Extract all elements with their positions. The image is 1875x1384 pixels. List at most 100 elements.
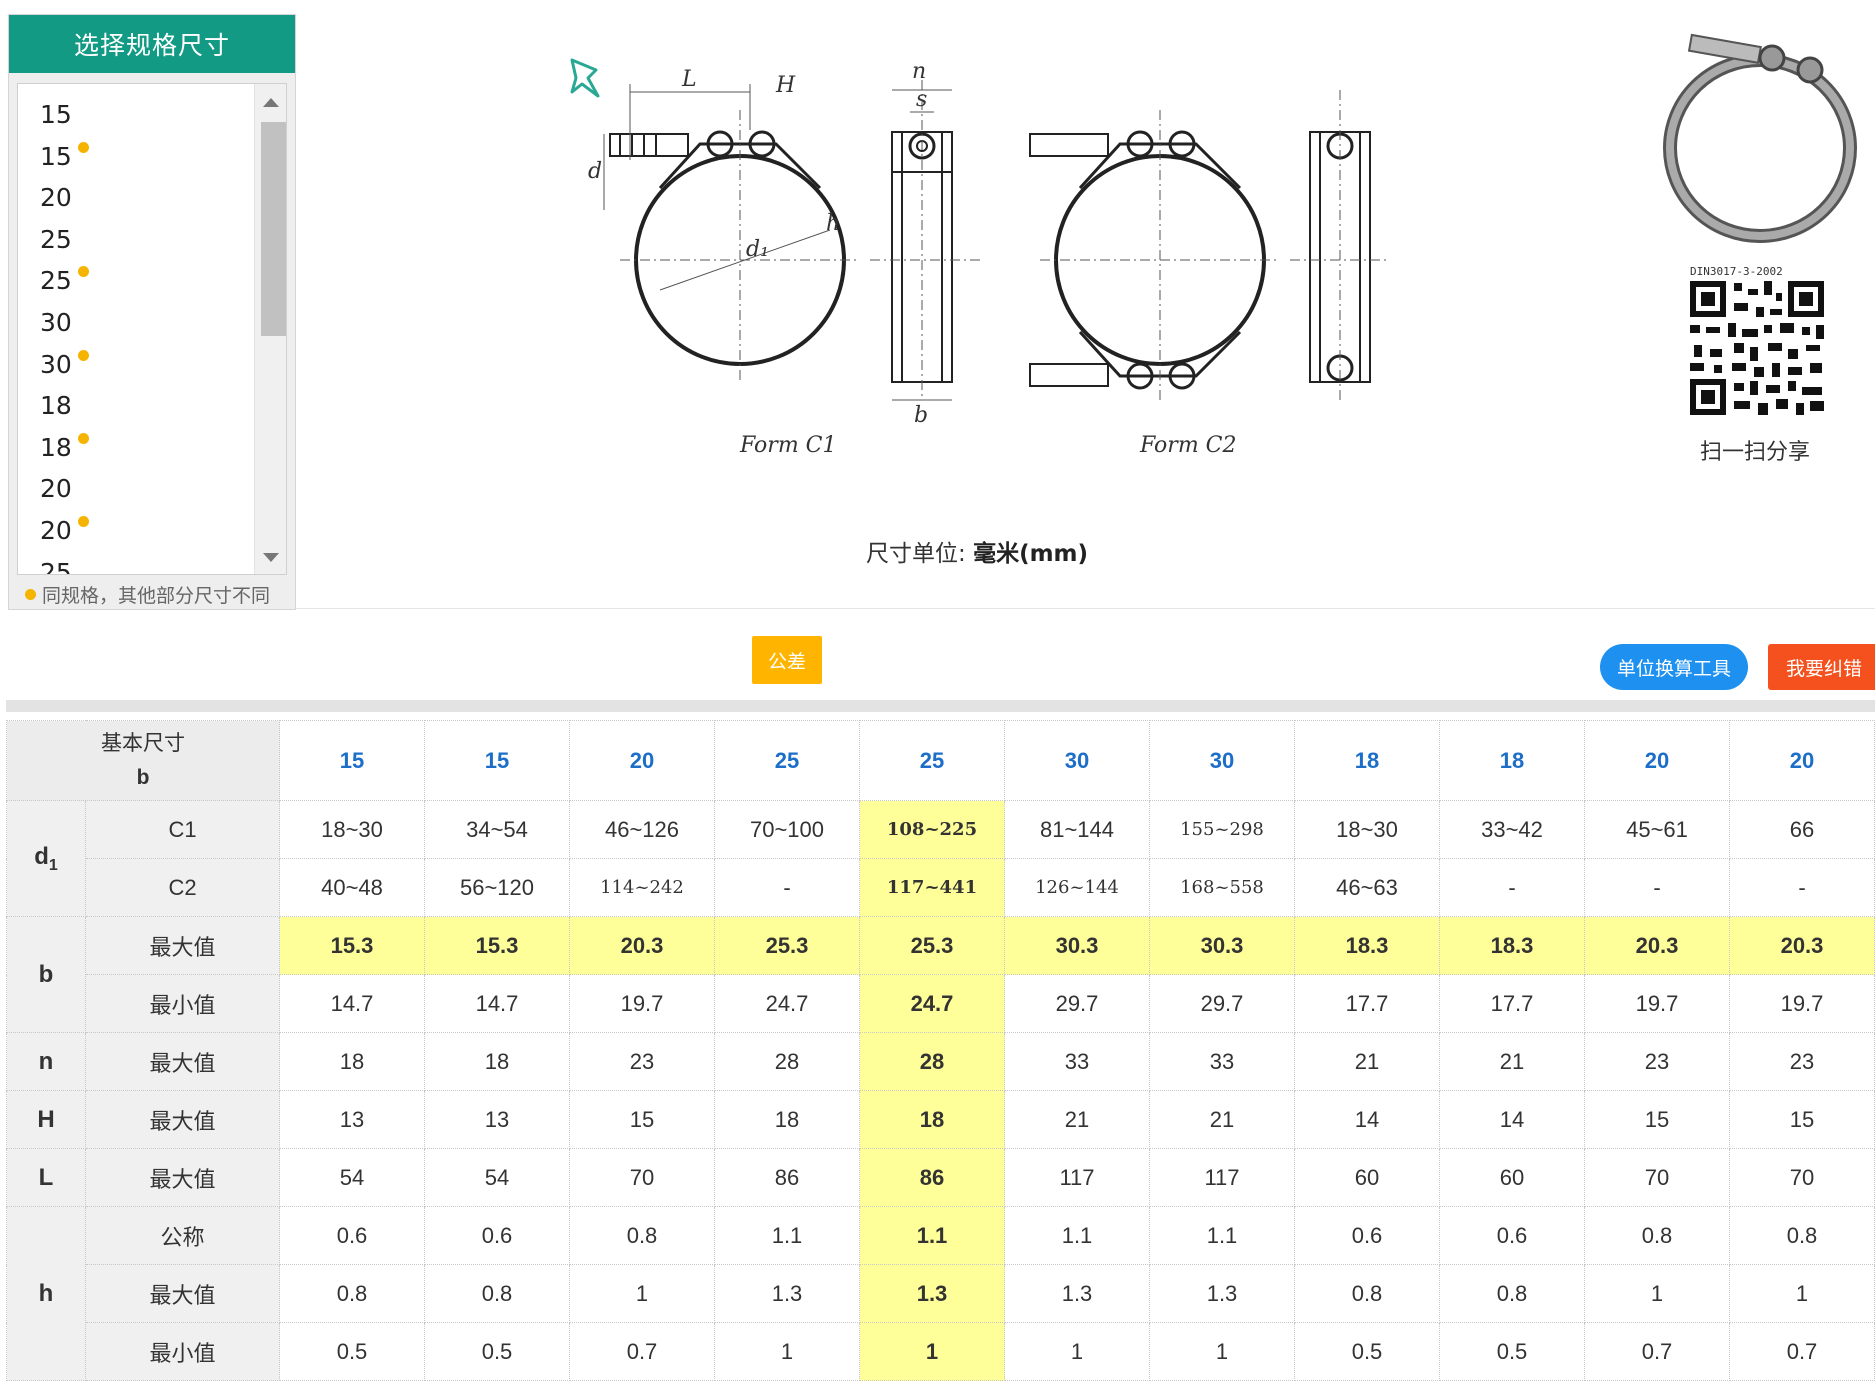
table-cell: 0.7 [1729,1322,1875,1381]
table-cell: 21 [1004,1090,1150,1149]
table-cell: 25.3 [714,916,860,975]
page-root: 选择规格尺寸 15 15 20 25 25 30 30 18 18 20 20 25 同规格，其他部分… [0,0,1875,1384]
column-header-size[interactable]: 20 [569,720,715,801]
table-cell: 21 [1149,1090,1295,1149]
table-cell: 30.3 [1149,916,1295,975]
table-cell: 17.7 [1439,974,1585,1033]
row-group-symbol: H [6,1090,86,1149]
spec-item-label: 20 [40,515,72,545]
unit-conversion-tool-button[interactable]: 单位换算工具 [1600,644,1748,690]
spec-list-item[interactable]: 30 [18,344,258,386]
table-cell: 21 [1439,1032,1585,1091]
table-cell: 13 [424,1090,570,1149]
tolerance-button[interactable]: 公差 [752,636,822,684]
table-cell: 20.3 [1729,916,1875,975]
table-cell: - [714,858,860,917]
column-header-size[interactable]: 25 [714,720,860,801]
spec-list-item[interactable]: 15 [18,94,258,136]
spec-list-item[interactable]: 15 [18,136,258,178]
table-cell: - [1729,858,1875,917]
spec-list-item[interactable]: 18 [18,427,258,469]
table-row: H 最大值 13 13 15 18 18 21 21 14 14 15 15 [6,1090,1875,1149]
table-cell: 21 [1294,1032,1440,1091]
table-cell: 33~42 [1439,800,1585,859]
table-cell: 18~30 [1294,800,1440,859]
spec-list-item[interactable]: 18 [18,385,258,427]
spec-list-item[interactable]: 20 [18,510,258,552]
table-cell: 13 [279,1090,425,1149]
spec-item-label: 25 [40,266,72,296]
dim-b-label: b [914,403,928,428]
unit-value: 毫米(mm) [973,541,1089,567]
column-header-size[interactable]: 18 [1294,720,1440,801]
table-cell: 1 [1729,1264,1875,1323]
scroll-down-arrow-icon[interactable] [263,553,279,562]
column-header-size[interactable]: 15 [279,720,425,801]
technical-drawing: L H n s d h d₁ b Form C1 Form C2 [588,59,1390,458]
row-label: 最大值 [85,916,280,975]
spec-list-scrollbar[interactable] [254,84,286,574]
spec-item-label: 25 [40,224,72,254]
symbol-text: H [37,1105,55,1133]
spec-list-item[interactable]: 25 [18,219,258,261]
column-header-size[interactable]: 30 [1149,720,1295,801]
table-cell: 23 [1584,1032,1730,1091]
table-cell: 168~558 [1149,858,1295,917]
table-cell: 81~144 [1004,800,1150,859]
spec-item-label: 18 [40,391,72,421]
table-cell: 108~225 [859,800,1005,859]
table-cell: - [1439,858,1585,917]
table-cell: 70 [1729,1148,1875,1207]
spec-list-box[interactable]: 15 15 20 25 25 30 30 18 18 20 20 25 [17,83,287,575]
symbol-text: d [34,842,49,870]
spec-list-item[interactable]: 20 [18,177,258,219]
table-cell: 29.7 [1004,974,1150,1033]
table-cell: 1 [859,1322,1005,1381]
table-cell: 54 [279,1148,425,1207]
column-header-size[interactable]: 20 [1584,720,1730,801]
table-cell: 60 [1294,1148,1440,1207]
scrollbar-thumb[interactable] [261,122,286,336]
column-header-size[interactable]: 25 [859,720,1005,801]
yellow-dot-icon [25,589,36,600]
table-row: 最小值 14.7 14.7 19.7 24.7 24.7 29.7 29.7 17.7 17.7 1… [7,974,1875,1033]
table-row: n 最大值 18 18 23 28 28 33 33 21 21 23 23 [6,1032,1875,1091]
table-cell: 66 [1729,800,1875,859]
table-cell: 23 [1729,1032,1875,1091]
table-cell: 46~63 [1294,858,1440,917]
spec-item-label: 30 [40,307,72,337]
column-header-size[interactable]: 15 [424,720,570,801]
column-header-size[interactable]: 18 [1439,720,1585,801]
spec-list-item[interactable]: 25 [18,552,258,574]
table-cell: 56~120 [424,858,570,917]
table-cell: 155~298 [1149,800,1295,859]
column-header-size[interactable]: 30 [1004,720,1150,801]
form-c1-label: Form C1 [739,433,837,458]
table-cell: 15 [569,1090,715,1149]
spec-list-item[interactable]: 30 [18,302,258,344]
row-group-symbol: L [6,1148,86,1207]
column-header-size[interactable]: 20 [1729,720,1875,801]
qr-caption: DIN3017-3-2002 [1690,265,1783,278]
table-cell: 34~54 [424,800,570,859]
table-cell: 126~144 [1004,858,1150,917]
spec-list-item[interactable]: 25 [18,260,258,302]
table-cell: 29.7 [1149,974,1295,1033]
table-cell: 60 [1439,1148,1585,1207]
share-qr-code[interactable]: DIN3017-3-2002 [1684,263,1830,421]
report-error-button[interactable]: 我要纠错 [1768,644,1875,690]
row-label: C1 [85,800,280,859]
spec-list-item[interactable]: 20 [18,468,258,510]
table-cell: 0.6 [279,1206,425,1265]
table-row: b 最大值 15.3 15.3 20.3 25.3 25.3 30.3 30.3 18.3 18.3… [6,916,1875,1033]
dim-d1-label: d₁ [746,237,769,262]
table-cell: 0.7 [1584,1322,1730,1381]
row-label: 最大值 [85,1148,280,1207]
table-cell: 70~100 [714,800,860,859]
row-label: 公称 [85,1206,280,1265]
table-cell: 14.7 [279,974,425,1033]
spec-item-label: 18 [40,432,72,462]
scroll-up-arrow-icon[interactable] [263,98,279,107]
table-header-label: 基本尺寸 b [6,720,280,801]
symbol-text: h [38,1279,54,1307]
